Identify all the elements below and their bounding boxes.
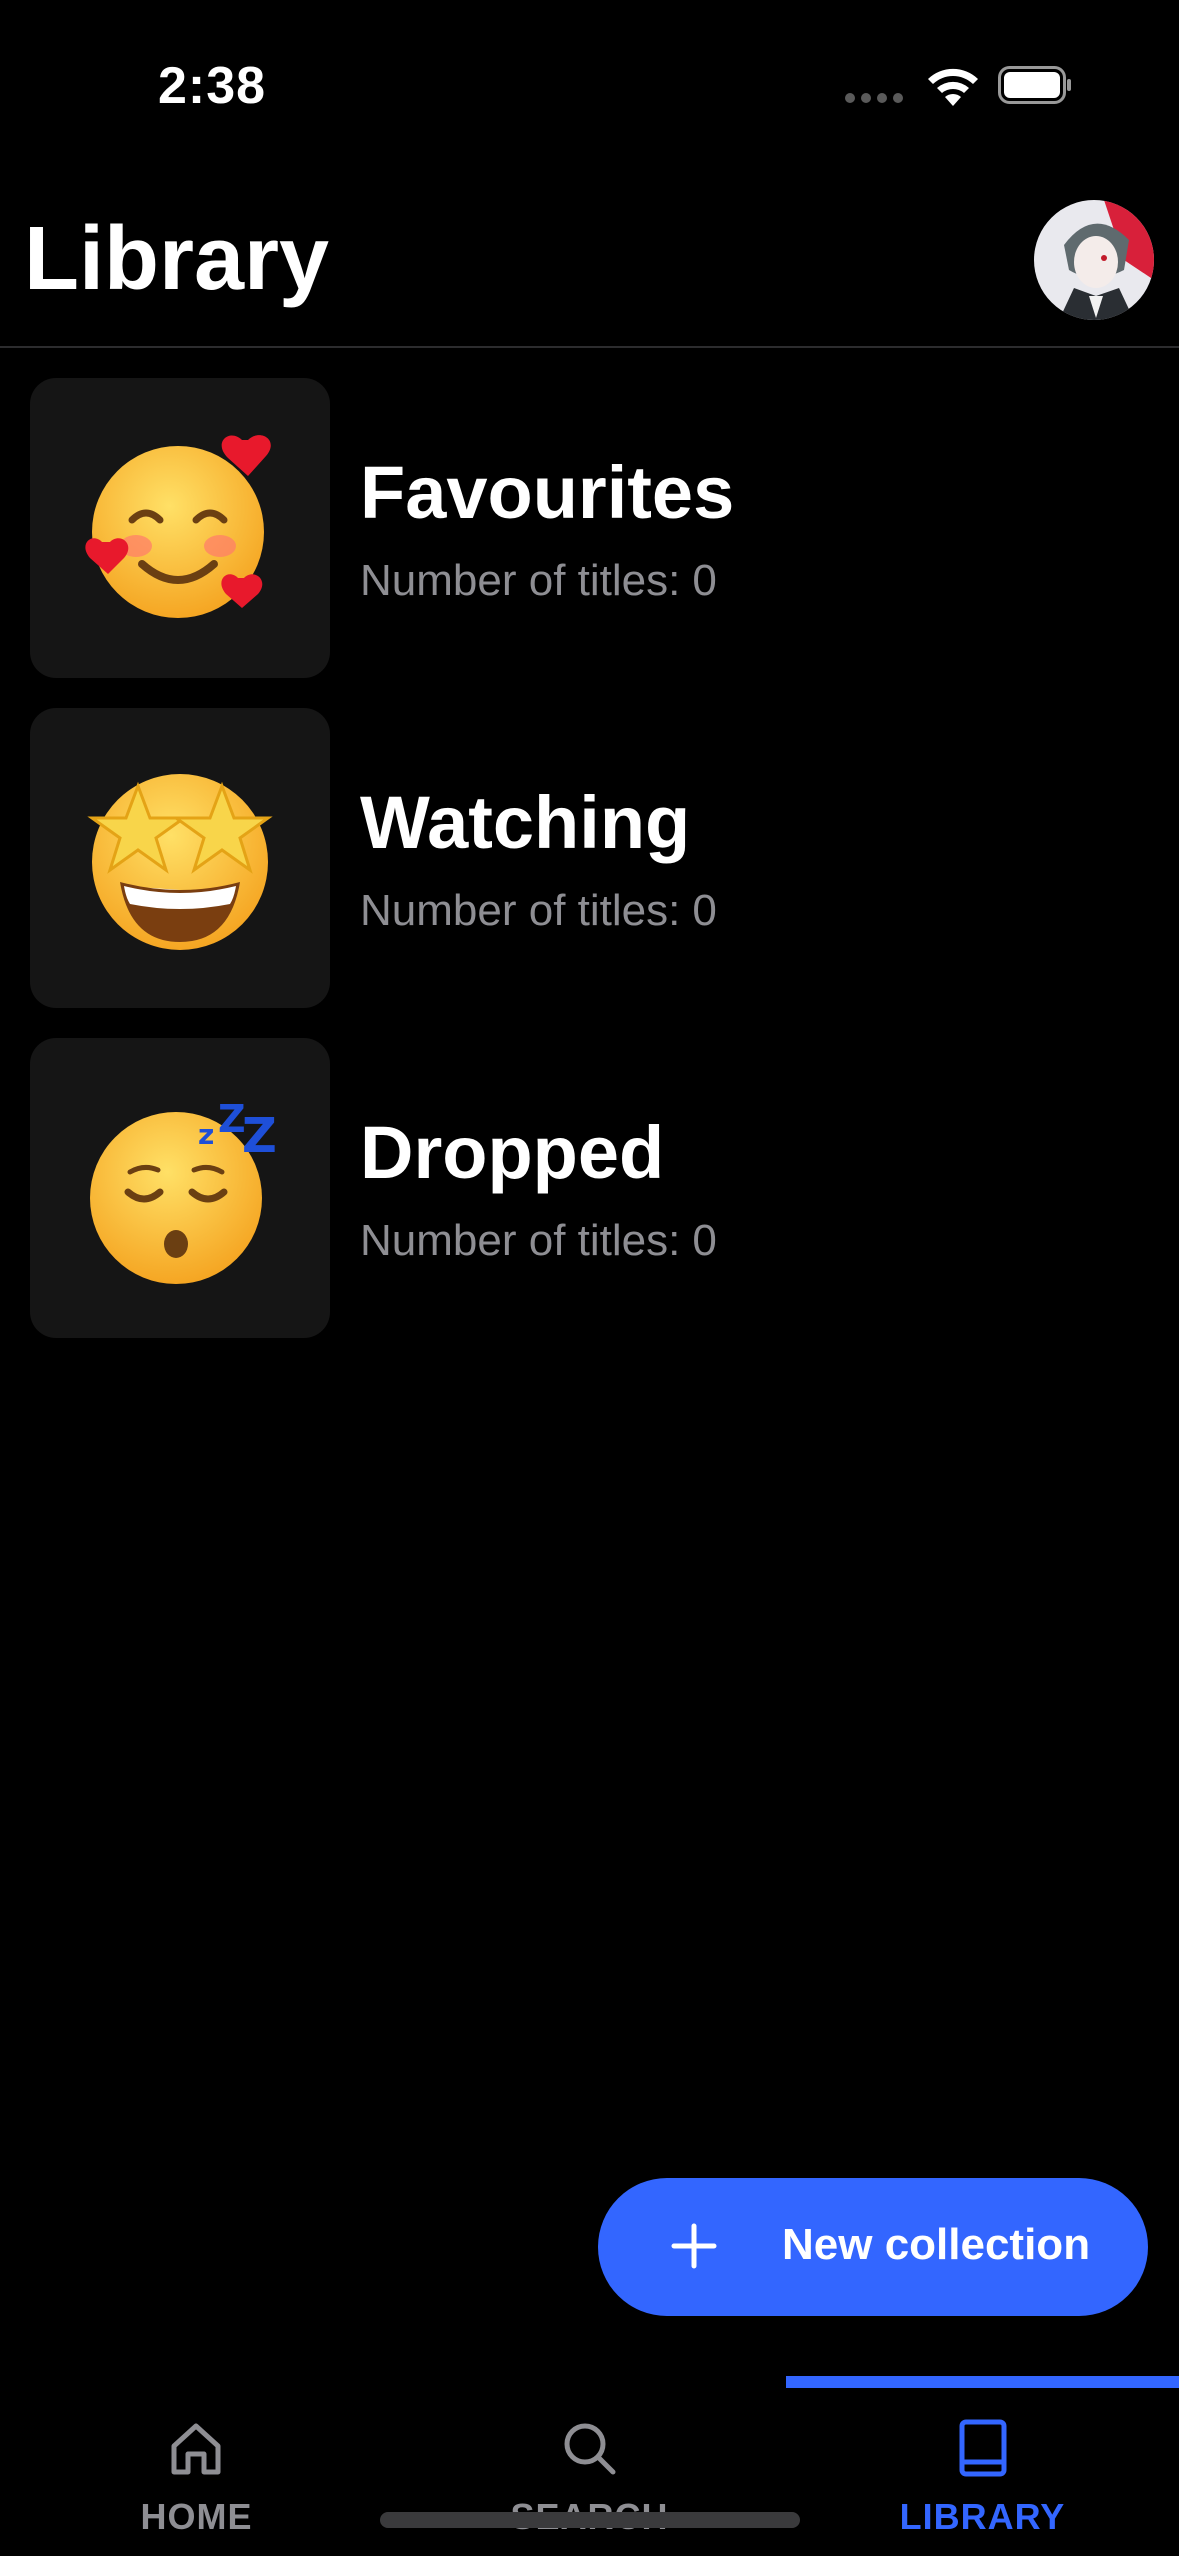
- smiling-face-with-hearts-icon: [85, 435, 271, 618]
- sleeping-face-icon: z Z Z: [90, 1097, 277, 1284]
- count-label: Number of titles:: [360, 1216, 681, 1265]
- collection-thumbnail: z Z Z: [30, 1038, 330, 1338]
- header-divider: [0, 346, 1179, 348]
- count-label: Number of titles:: [360, 886, 681, 935]
- tab-home-label: HOME: [140, 2496, 253, 2537]
- collection-list: Favourites Number of titles: 0 Watching N…: [0, 378, 1179, 1368]
- collection-title: Favourites: [360, 451, 735, 534]
- collection-item-watching[interactable]: Watching Number of titles: 0: [0, 708, 1179, 1008]
- cellular-signal-icon: [845, 93, 905, 105]
- home-indicator: [380, 2512, 800, 2528]
- collection-item-dropped[interactable]: z Z Z Dropped Number of titles: 0: [0, 1038, 1179, 1338]
- tab-library-label: LIBRARY: [899, 2496, 1066, 2537]
- tab-library[interactable]: LIBRARY: [786, 2388, 1179, 2556]
- status-time: 2:38: [158, 57, 267, 115]
- collection-count: Number of titles: 0: [360, 886, 717, 936]
- count-value: 0: [692, 556, 717, 605]
- wifi-icon: [928, 68, 978, 106]
- book-icon: [959, 2419, 1007, 2477]
- collection-title: Dropped: [360, 1111, 665, 1194]
- collection-title: Watching: [360, 781, 691, 864]
- new-collection-button[interactable]: New collection: [598, 2178, 1148, 2316]
- status-bar: 2:38: [0, 0, 1179, 170]
- collection-item-favourites[interactable]: Favourites Number of titles: 0: [0, 378, 1179, 678]
- avatar[interactable]: [1034, 200, 1154, 320]
- count-label: Number of titles:: [360, 556, 681, 605]
- collection-count: Number of titles: 0: [360, 556, 717, 606]
- home-icon: [171, 2423, 221, 2475]
- battery-icon: [998, 66, 1071, 104]
- collection-thumbnail: [30, 378, 330, 678]
- svg-text:z: z: [198, 1118, 214, 1151]
- collection-thumbnail: [30, 708, 330, 1008]
- star-struck-icon: [87, 774, 273, 950]
- tab-search[interactable]: SEARCH: [393, 2388, 786, 2556]
- count-value: 0: [692, 886, 717, 935]
- tab-bar: HOME SEARCH LIBRARY: [0, 2388, 1179, 2556]
- active-tab-indicator: [786, 2376, 1179, 2388]
- plus-icon: [671, 2223, 717, 2269]
- search-icon: [564, 2423, 616, 2475]
- new-collection-label: New collection: [782, 2220, 1091, 2269]
- collection-count: Number of titles: 0: [360, 1216, 717, 1266]
- svg-text:Z: Z: [242, 1108, 277, 1164]
- count-value: 0: [692, 1216, 717, 1265]
- avatar-image: [1034, 200, 1154, 320]
- tab-home[interactable]: HOME: [0, 2388, 393, 2556]
- page-title: Library: [24, 209, 330, 309]
